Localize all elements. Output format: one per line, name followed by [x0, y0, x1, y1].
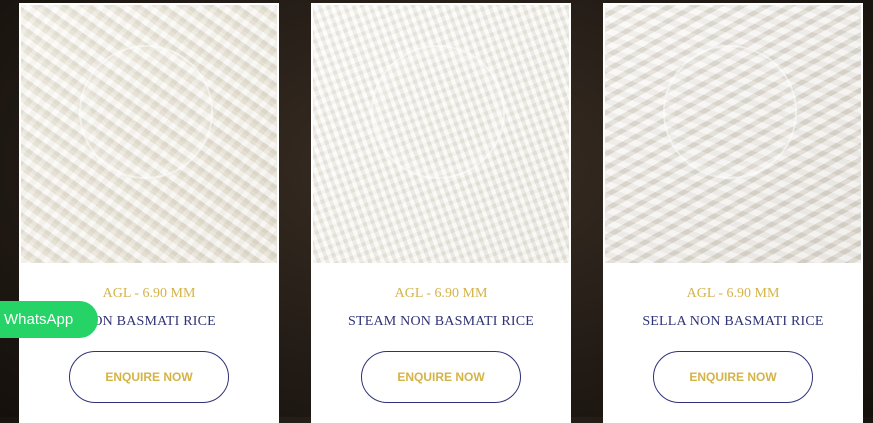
enquire-now-button[interactable]: ENQUIRE NOW [69, 351, 229, 403]
product-card: AGL - 6.90 MM STEAM NON BASMATI RICE ENQ… [311, 3, 571, 423]
product-grade: AGL - 6.90 MM [394, 286, 488, 301]
product-card: AGL - 6.90 MM NON BASMATI RICE ENQUIRE N… [19, 3, 279, 423]
watermark-seal-icon [79, 45, 213, 179]
product-image[interactable] [21, 5, 277, 263]
product-image[interactable] [313, 5, 569, 263]
enquire-now-button[interactable]: ENQUIRE NOW [653, 351, 813, 403]
product-grade: AGL - 6.90 MM [686, 286, 780, 301]
product-name: SELLA NON BASMATI RICE [642, 314, 824, 329]
product-name: STEAM NON BASMATI RICE [347, 314, 535, 329]
product-grade: AGL - 6.90 MM [102, 286, 196, 301]
product-card: AGL - 6.90 MM SELLA NON BASMATI RICE ENQ… [603, 3, 863, 423]
product-image[interactable] [605, 5, 861, 263]
enquire-now-button[interactable]: ENQUIRE NOW [361, 351, 521, 403]
whatsapp-button[interactable]: WhatsApp [0, 301, 98, 338]
watermark-seal-icon [371, 45, 505, 179]
watermark-seal-icon [663, 45, 797, 179]
